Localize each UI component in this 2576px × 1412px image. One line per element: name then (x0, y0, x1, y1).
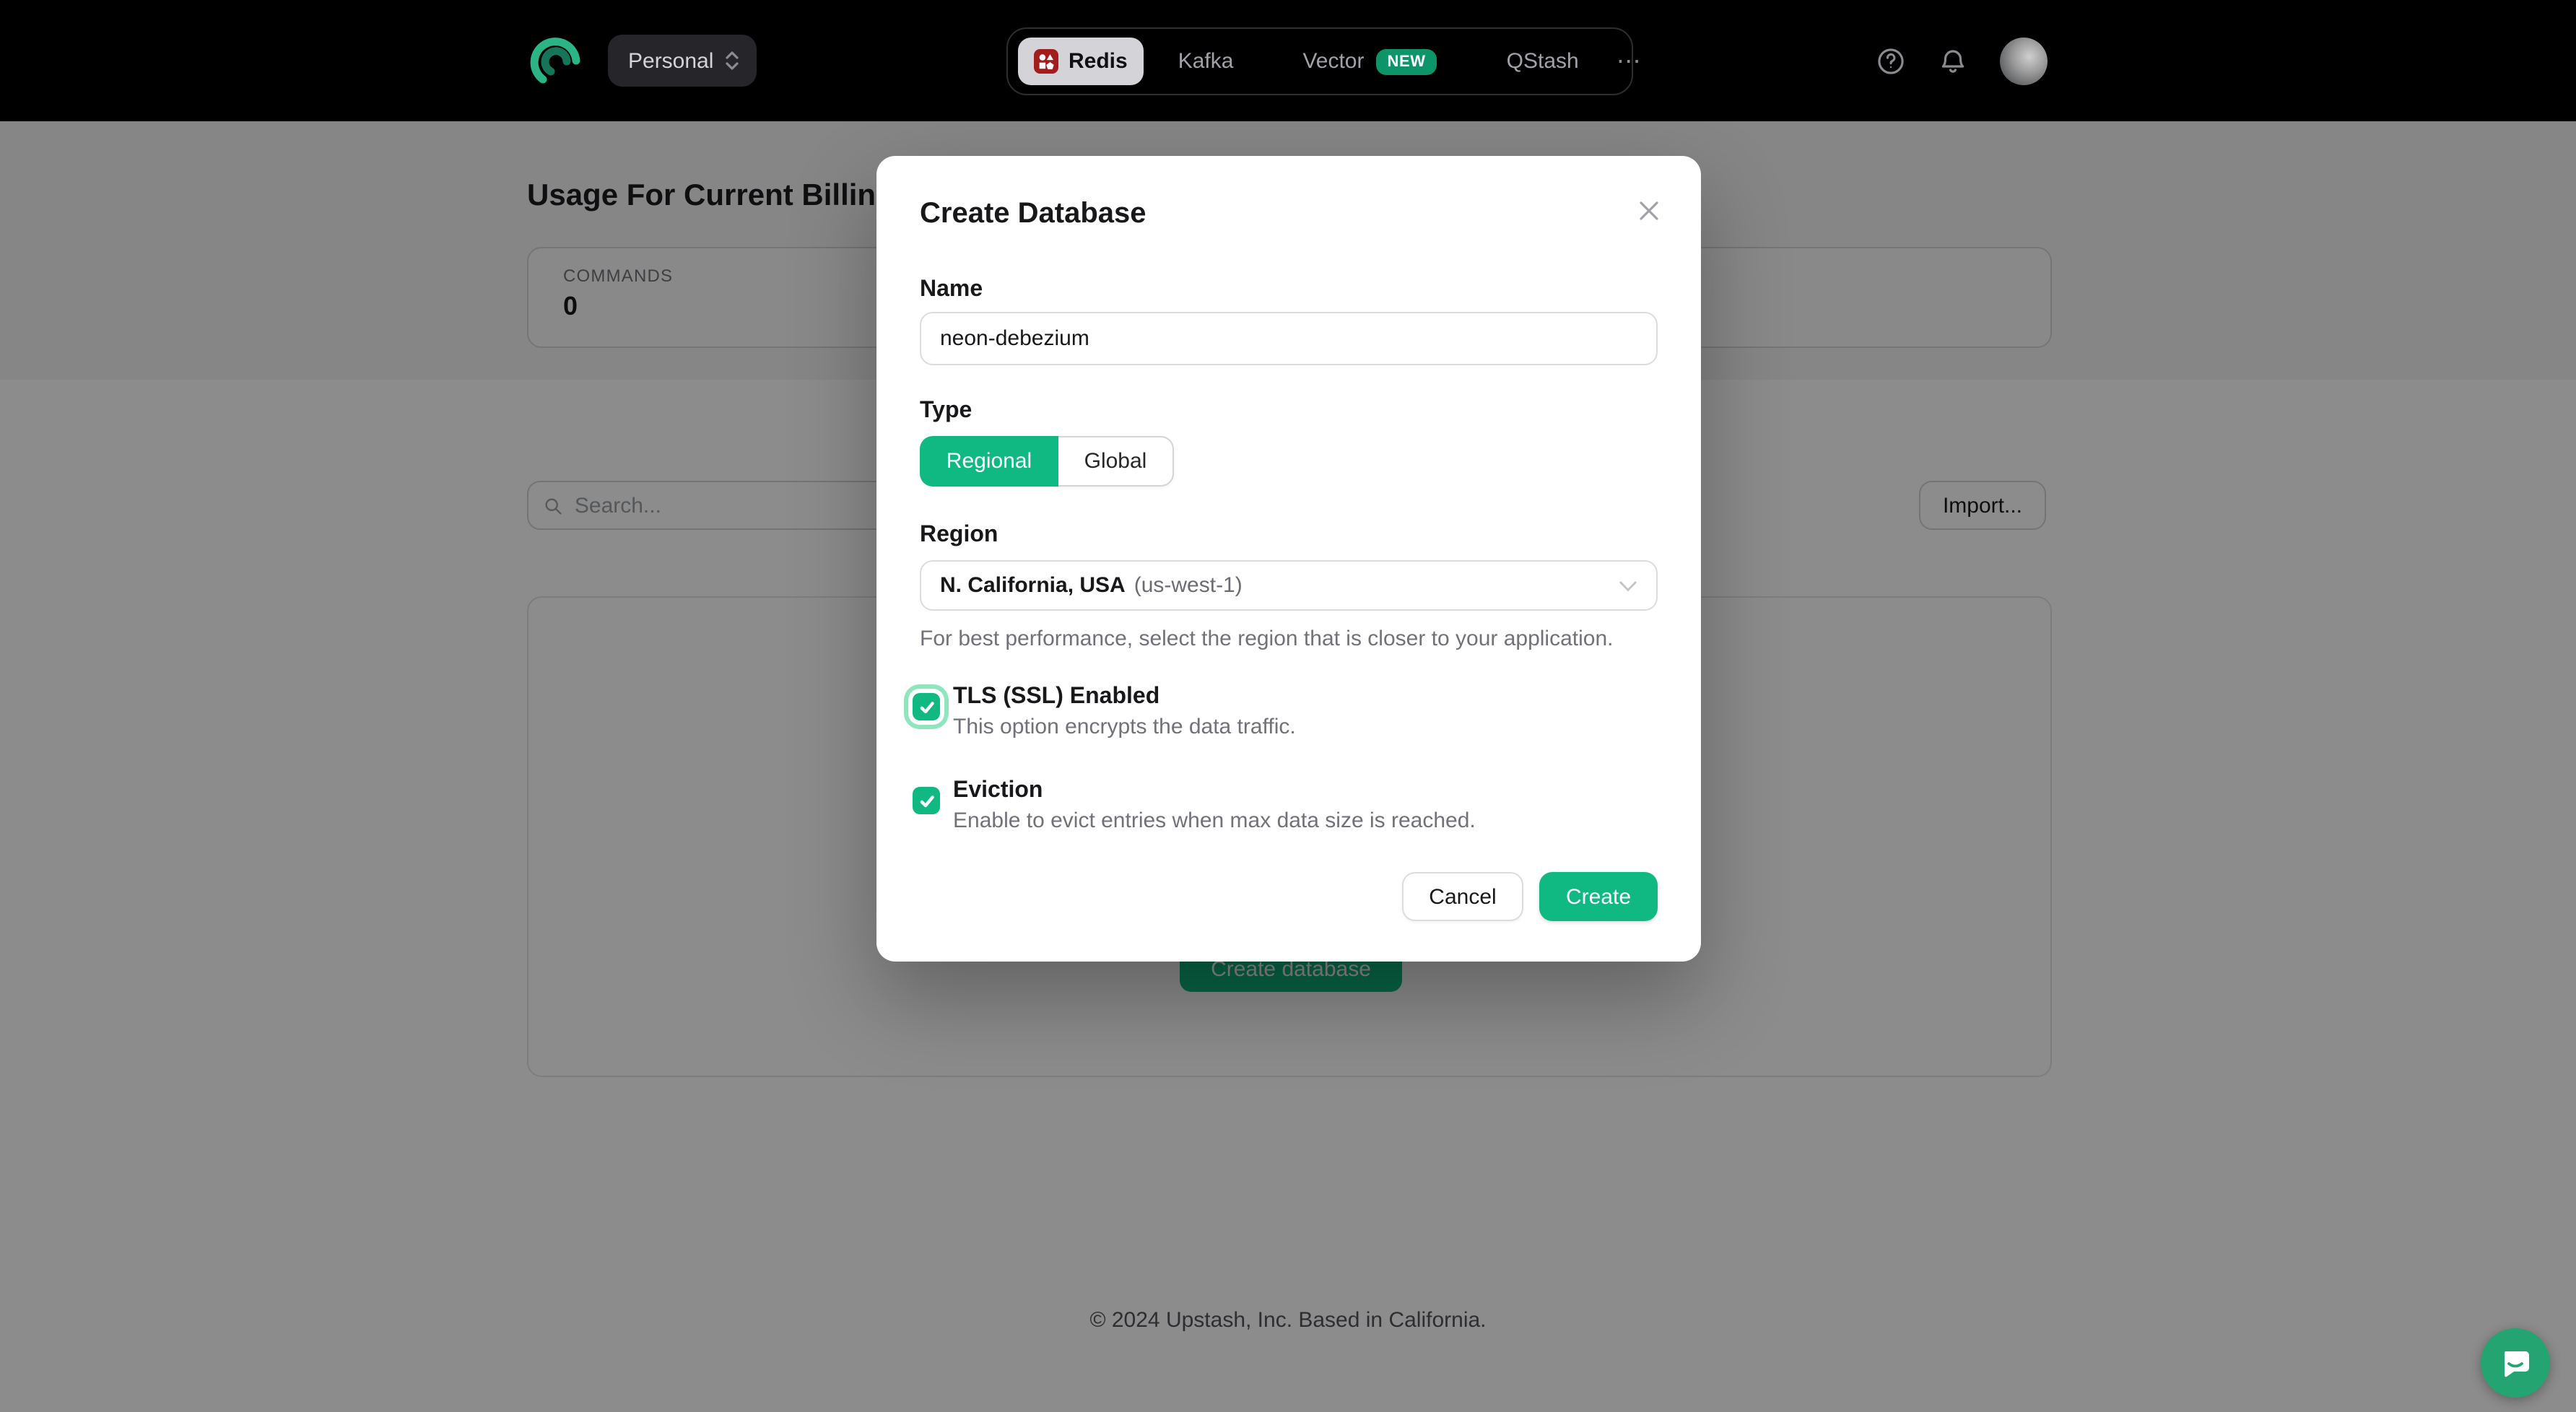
type-option-regional[interactable]: Regional (920, 436, 1058, 487)
chat-bubble-icon (2498, 1346, 2533, 1380)
create-database-modal: Create Database Name Type Regional Globa… (876, 156, 1701, 962)
org-switcher-button[interactable]: Personal (608, 35, 757, 87)
tls-description: This option encrypts the data traffic. (953, 715, 1296, 739)
chevron-down-icon (1619, 580, 1637, 591)
help-button[interactable] (1876, 45, 1906, 76)
ellipsis-icon: ⋯ (1616, 47, 1644, 74)
chat-launcher-button[interactable] (2481, 1328, 2550, 1398)
tab-vector-label: Vector (1302, 49, 1364, 74)
help-circle-icon (1876, 45, 1906, 76)
tab-redis[interactable]: Redis (1018, 38, 1144, 85)
create-button[interactable]: Create (1539, 872, 1658, 921)
notifications-button[interactable] (1938, 45, 1968, 76)
check-icon (918, 792, 935, 809)
navbar-right (1876, 0, 2048, 121)
region-label: Region (920, 523, 998, 549)
region-helper-text: For best performance, select the region … (920, 627, 1614, 651)
type-segmented-control: Regional Global (920, 436, 1174, 487)
tab-qstash-label: QStash (1507, 49, 1579, 74)
name-label: Name (920, 277, 983, 303)
tab-kafka[interactable]: Kafka (1144, 49, 1269, 74)
eviction-checkbox[interactable] (913, 787, 940, 814)
tls-checkbox[interactable] (913, 693, 940, 720)
chevron-up-down-icon (725, 49, 739, 72)
modal-actions: Cancel Create (1402, 872, 1658, 921)
region-code: (us-west-1) (1134, 573, 1243, 598)
redis-icon (1034, 49, 1058, 74)
top-navbar: Personal Redis Kafka Vector (0, 0, 2576, 121)
new-badge: NEW (1376, 48, 1437, 74)
more-products-button[interactable]: ⋯ (1614, 47, 1647, 76)
tab-vector[interactable]: Vector NEW (1268, 48, 1471, 74)
tls-label[interactable]: TLS (SSL) Enabled (953, 684, 1159, 710)
close-button[interactable] (1635, 198, 1663, 227)
tab-qstash[interactable]: QStash (1472, 49, 1614, 74)
cancel-button[interactable]: Cancel (1402, 872, 1523, 921)
org-switcher-label: Personal (628, 48, 713, 73)
modal-title: Create Database (920, 198, 1146, 231)
type-option-global[interactable]: Global (1058, 436, 1174, 487)
bell-icon (1938, 45, 1968, 76)
database-name-input[interactable] (920, 312, 1658, 365)
type-label: Type (920, 398, 972, 424)
close-icon (1636, 198, 1662, 224)
upstash-logo-icon[interactable] (528, 33, 583, 88)
region-value: N. California, USA (940, 573, 1126, 598)
product-nav: Redis Kafka Vector NEW QStash ⋯ (1006, 27, 1633, 95)
eviction-label[interactable]: Eviction (953, 778, 1043, 804)
region-select[interactable]: N. California, USA (us-west-1) (920, 560, 1658, 611)
eviction-description: Enable to evict entries when max data si… (953, 809, 1476, 833)
tab-redis-label: Redis (1069, 49, 1128, 74)
check-icon (918, 698, 935, 715)
tab-kafka-label: Kafka (1178, 49, 1234, 74)
user-avatar[interactable] (2000, 37, 2048, 84)
